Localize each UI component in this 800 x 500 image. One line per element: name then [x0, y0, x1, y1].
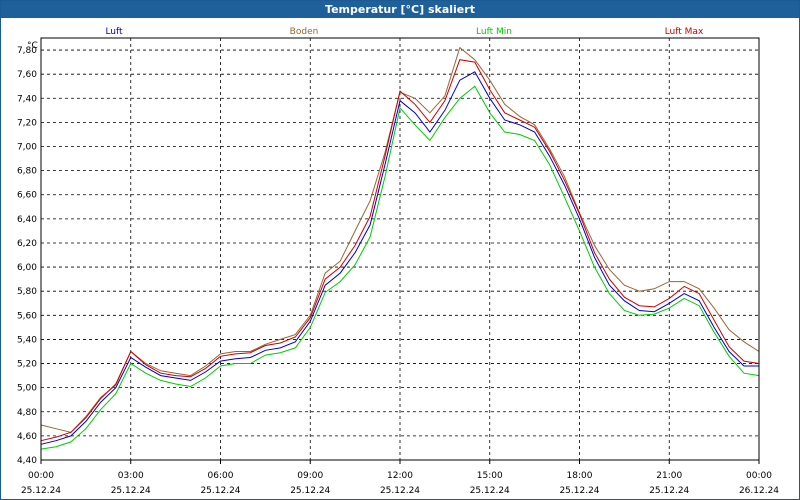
x-tick-time-label: 15:00 [477, 471, 503, 481]
y-tick-label: 6,00 [17, 263, 37, 273]
y-tick-label: 6,60 [17, 191, 37, 201]
x-tick-time-label: 00:00 [746, 471, 772, 481]
y-tick-label: 5,40 [17, 335, 37, 345]
x-tick-date-label: 25.12.24 [21, 486, 61, 496]
y-axis-unit-label: °C [27, 41, 38, 51]
y-tick-label: 5,60 [17, 311, 37, 321]
x-tick-time-label: 21:00 [656, 471, 682, 481]
legend-entry-luft: Luft [105, 27, 123, 37]
y-tick-label: 6,80 [17, 167, 37, 177]
legend-entry-boden: Boden [290, 27, 319, 37]
y-tick-label: 5,00 [17, 384, 37, 394]
y-tick-label: 7,00 [17, 143, 37, 153]
x-tick-date-label: 26.12.24 [739, 486, 779, 496]
y-tick-label: 4,40 [17, 456, 37, 466]
y-tick-label: 4,80 [17, 408, 37, 418]
chart-window: Temperatur [°C] skaliert 4,40 4,60 4,80 5,0… [0, 0, 800, 500]
temperature-chart: 4,40 4,60 4,80 5,00 5,20 5,40 5,60 5,80 6,00 6,20… [17, 27, 779, 496]
x-tick-date-label: 25.12.24 [290, 486, 330, 496]
x-tick-time-label: 12:00 [387, 471, 413, 481]
x-tick-date-label: 25.12.24 [111, 486, 151, 496]
x-tick-time-label: 06:00 [208, 471, 234, 481]
x-tick-date-label: 25.12.24 [649, 486, 689, 496]
x-tick-date-label: 25.12.24 [200, 486, 240, 496]
x-tick-time-label: 18:00 [567, 471, 593, 481]
y-tick-label: 4,60 [17, 432, 37, 442]
x-tick-time-label: 00:00 [28, 471, 54, 481]
x-tick-time-label: 09:00 [297, 471, 323, 481]
legend-entry-luft-min: Luft Min [476, 27, 512, 37]
legend-entry-luft-max: Luft Max [665, 27, 704, 37]
y-tick-label: 6,20 [17, 239, 37, 249]
y-tick-label: 5,80 [17, 287, 37, 297]
x-tick-time-label: 03:00 [118, 471, 144, 481]
y-tick-label: 7,40 [17, 94, 37, 104]
x-tick-date-label: 25.12.24 [470, 486, 510, 496]
y-tick-label: 7,60 [17, 70, 37, 80]
y-tick-label: 6,40 [17, 215, 37, 225]
x-tick-date-label: 25.12.24 [380, 486, 420, 496]
y-tick-label: 7,20 [17, 118, 37, 128]
x-tick-date-label: 25.12.24 [559, 486, 599, 496]
legend: Luft Boden Luft Min Luft Max [105, 27, 704, 37]
y-tick-label: 5,20 [17, 360, 37, 370]
